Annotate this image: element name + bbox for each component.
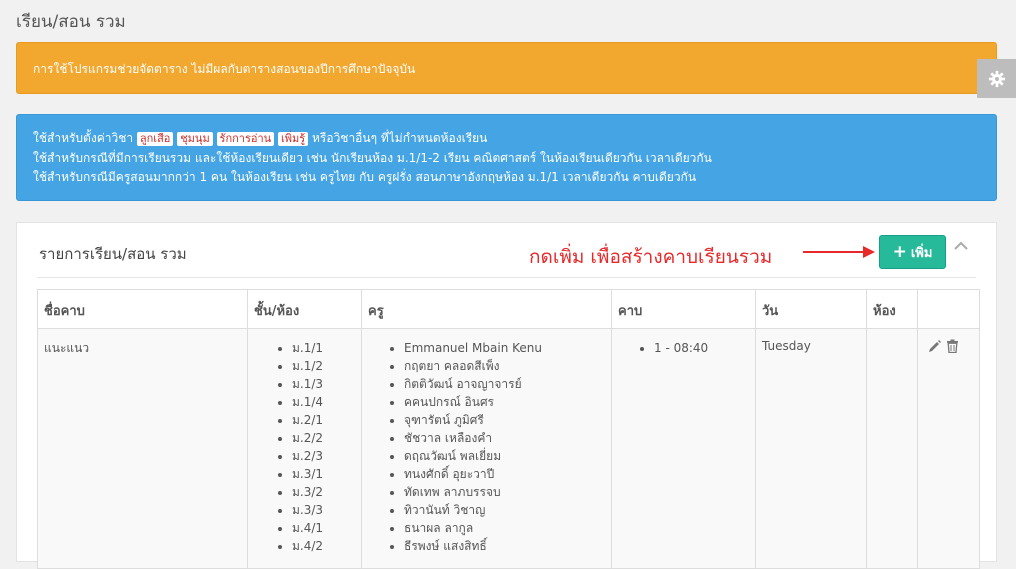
cell-room (866, 328, 918, 569)
tag-scout: ลูกเสือ (136, 132, 174, 146)
classes-table: ชื่อคาบ ชั้น/ห้อง ครู คาบ วัน ห้อง แนะแน… (37, 289, 980, 569)
cell-name: แนะแนว (37, 328, 248, 569)
panel-divider (37, 277, 976, 278)
period-list-item: 1 - 08:40 (654, 339, 749, 357)
class-list-item: ม.2/2 (292, 429, 355, 447)
pencil-icon[interactable] (928, 339, 942, 353)
class-list-item: ม.2/1 (292, 411, 355, 429)
teacher-list: Emmanuel Mbain Kenuกฤตยา คลอดสีเพ็งกิตติ… (368, 339, 605, 555)
tag-club: ชุมนุม (177, 132, 213, 146)
class-list-item: ม.3/2 (292, 483, 355, 501)
teacher-list-item: ทัดเทพ ลาภบรรจบ (404, 483, 605, 501)
add-button-label: เพิ่ม (910, 245, 933, 261)
teacher-list-item: ทนงศักดิ์ อุยะวาปี (404, 465, 605, 483)
info-line-3: ใช้สำหรับกรณีมีครูสอนมากกว่า 1 คน ในห้อง… (33, 170, 697, 184)
col-header-day[interactable]: วัน (755, 289, 867, 329)
info-line-2: ใช้สำหรับกรณีที่มีการเรียนรวม และใช้ห้อง… (33, 150, 712, 165)
teacher-list-item: คคนปกรณ์ อินศร (404, 393, 605, 411)
class-list-item: ม.4/1 (292, 519, 355, 537)
info-alert: ใช้สำหรับตั้งค่าวิชา ลูกเสือ ชุมนุม รักก… (16, 114, 997, 201)
warning-alert: การใช้โปรแกรมช่วยจัดตาราง ไม่มีผลกับตารา… (16, 42, 997, 94)
teacher-list-item: ธนาผล ลากูล (404, 519, 605, 537)
plus-icon: + (892, 241, 907, 262)
info-line-1-suffix: หรือวิชาอื่นๆ ที่ไม่กำหนดห้องเรียน (312, 131, 488, 145)
annotation-text: กดเพิ่ม เพื่อสร้างคาบเรียนรวม (529, 246, 773, 268)
info-line-1: ใช้สำหรับตั้งค่าวิชา ลูกเสือ ชุมนุม รักก… (33, 129, 980, 149)
gear-icon (988, 70, 1005, 87)
settings-tab[interactable] (977, 59, 1016, 98)
period-list: 1 - 08:40 (618, 339, 749, 357)
class-list-item: ม.3/1 (292, 465, 355, 483)
class-list-item: ม.3/3 (292, 501, 355, 519)
class-list: ม.1/1ม.1/2ม.1/3ม.1/4ม.2/1ม.2/2ม.2/3ม.3/1… (254, 339, 355, 555)
trash-icon[interactable] (946, 339, 959, 353)
teacher-list-item: ดฤณวัฒน์ พลเยี่ยม (404, 447, 605, 465)
teacher-list-item: จุฑารัตน์ ภูมิศรี (404, 411, 605, 429)
col-header-name[interactable]: ชื่อคาบ (37, 289, 248, 329)
teacher-list-item: Emmanuel Mbain Kenu (404, 339, 605, 357)
col-header-period[interactable]: คาบ (611, 289, 756, 329)
cell-periods: 1 - 08:40 (611, 328, 756, 569)
col-header-class[interactable]: ชั้น/ห้อง (247, 289, 362, 329)
cell-actions (917, 328, 980, 569)
cell-teachers: Emmanuel Mbain Kenuกฤตยา คลอดสีเพ็งกิตติ… (361, 328, 612, 569)
teacher-list-item: กิตติวัฒน์ อาจญาจารย์ (404, 375, 605, 393)
info-line-1-prefix: ใช้สำหรับตั้งค่าวิชา (33, 131, 134, 145)
arrow-right-icon (803, 246, 875, 258)
tag-reading: รักการอ่าน (216, 132, 275, 146)
class-list-item: ม.1/2 (292, 357, 355, 375)
col-header-teacher[interactable]: ครู (361, 289, 612, 329)
combined-classes-panel: รายการเรียน/สอน รวม กดเพิ่ม เพื่อสร้างคา… (16, 222, 997, 569)
col-header-room[interactable]: ห้อง (866, 289, 918, 329)
teacher-list-item: ชัชวาล เหลืองคำ (404, 429, 605, 447)
class-list-item: ม.1/3 (292, 375, 355, 393)
class-list-item: ม.1/1 (292, 339, 355, 357)
class-list-item: ม.1/4 (292, 393, 355, 411)
warning-alert-text: การใช้โปรแกรมช่วยจัดตาราง ไม่มีผลกับตารา… (33, 62, 416, 76)
cell-classes: ม.1/1ม.1/2ม.1/3ม.1/4ม.2/1ม.2/2ม.2/3ม.3/1… (247, 328, 362, 569)
add-button[interactable]: + เพิ่ม (879, 235, 946, 269)
class-list-item: ม.2/3 (292, 447, 355, 465)
page-title: เรียน/สอน รวม (16, 12, 126, 32)
class-list-item: ม.4/2 (292, 537, 355, 555)
table-header-row: ชื่อคาบ ชั้น/ห้อง ครู คาบ วัน ห้อง (37, 289, 980, 329)
tag-extra: เพิ่มรู้ (278, 132, 309, 146)
table-row: แนะแนว ม.1/1ม.1/2ม.1/3ม.1/4ม.2/1ม.2/2ม.2… (37, 328, 980, 569)
chevron-up-icon[interactable] (954, 241, 968, 251)
teacher-list-item: ทิวานันท์ วิชาญ (404, 501, 605, 519)
teacher-list-item: ธีรพงษ์ แสงสิทธิ์ (404, 537, 605, 555)
teacher-list-item: กฤตยา คลอดสีเพ็ง (404, 357, 605, 375)
cell-day: Tuesday (755, 328, 867, 569)
col-header-actions (917, 289, 980, 329)
panel-title: รายการเรียน/สอน รวม (39, 245, 187, 263)
